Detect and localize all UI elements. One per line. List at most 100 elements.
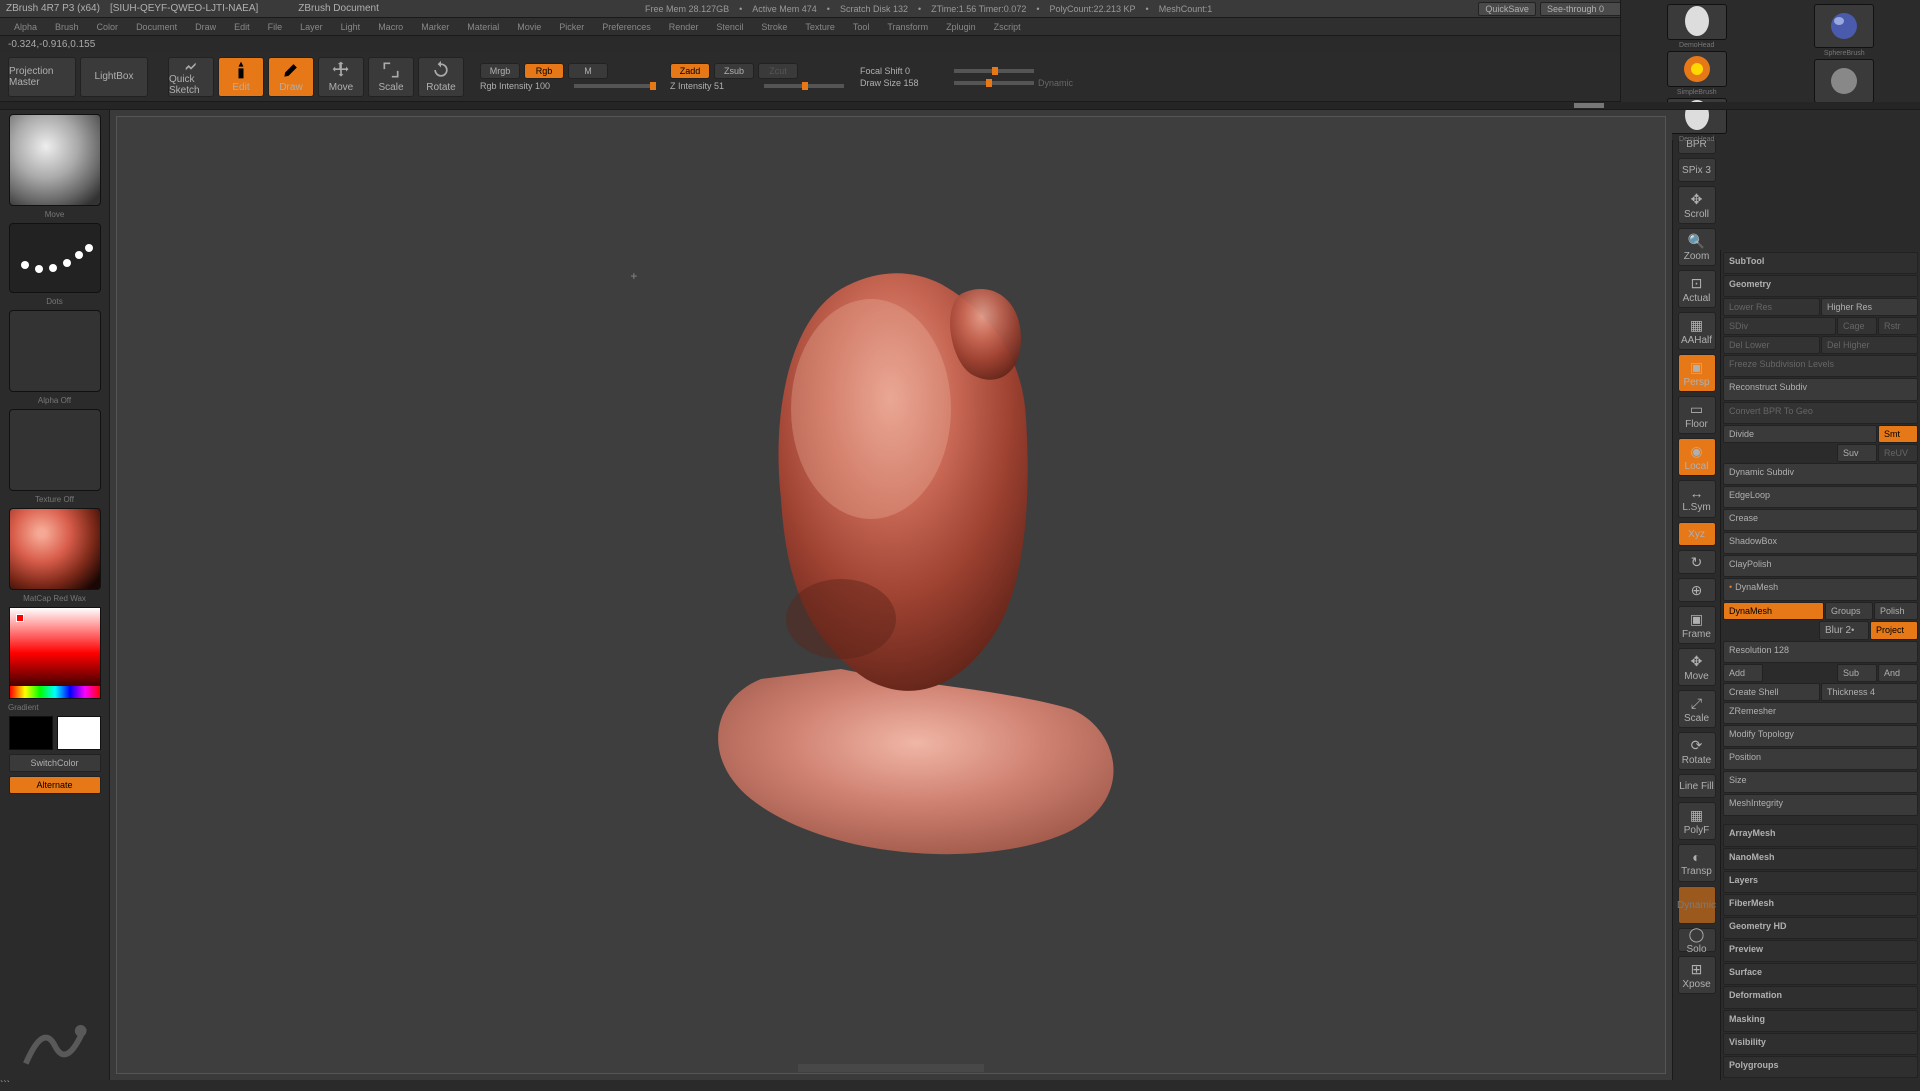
- and-toggle[interactable]: And: [1878, 664, 1918, 682]
- history-slider[interactable]: [0, 102, 1920, 110]
- tool-thumb-demohead[interactable]: [1667, 4, 1727, 40]
- edit-button[interactable]: Edit: [218, 57, 264, 97]
- rstr-button[interactable]: Rstr: [1878, 317, 1918, 335]
- color-picker[interactable]: [9, 607, 101, 699]
- menu-light[interactable]: Light: [333, 21, 369, 33]
- del-higher-button[interactable]: Del Higher: [1821, 336, 1918, 354]
- stroke-preview[interactable]: [9, 223, 101, 293]
- crease-header[interactable]: Crease: [1723, 509, 1918, 531]
- lsym-button[interactable]: ↔ L.Sym: [1678, 480, 1716, 518]
- xyz-button[interactable]: Xyz: [1678, 522, 1716, 546]
- project-toggle[interactable]: Project: [1870, 621, 1918, 640]
- add-button[interactable]: Add: [1723, 664, 1763, 682]
- menu-stroke[interactable]: Stroke: [753, 21, 795, 33]
- groups-toggle[interactable]: Groups: [1825, 602, 1873, 620]
- dynamic-subdiv-header[interactable]: Dynamic Subdiv: [1723, 463, 1918, 485]
- fibermesh-header[interactable]: FiberMesh: [1723, 894, 1918, 916]
- polygroups-header[interactable]: Polygroups: [1723, 1056, 1918, 1078]
- shadowbox-header[interactable]: ShadowBox: [1723, 532, 1918, 554]
- alpha-preview[interactable]: [9, 310, 101, 392]
- arraymesh-header[interactable]: ArrayMesh: [1723, 824, 1918, 846]
- floor-button[interactable]: ▭Floor: [1678, 396, 1716, 434]
- higher-res-button[interactable]: Higher Res: [1821, 298, 1918, 316]
- draw-size-slider[interactable]: Draw Size 158: [860, 78, 950, 88]
- menu-macro[interactable]: Macro: [370, 21, 411, 33]
- menu-alpha[interactable]: Alpha: [6, 21, 45, 33]
- visibility-header[interactable]: Visibility: [1723, 1033, 1918, 1055]
- scale-view-button[interactable]: ⤢Scale: [1678, 690, 1716, 728]
- move-button[interactable]: Move: [318, 57, 364, 97]
- reuv-button[interactable]: ReUV: [1878, 444, 1918, 462]
- masking-header[interactable]: Masking: [1723, 1010, 1918, 1032]
- draw-button[interactable]: Draw: [268, 57, 314, 97]
- rotate-button[interactable]: Rotate: [418, 57, 464, 97]
- tool-thumb-eraserbrush[interactable]: [1814, 59, 1874, 103]
- nanomesh-header[interactable]: NanoMesh: [1723, 848, 1918, 870]
- persp-button[interactable]: ▣Persp: [1678, 354, 1716, 392]
- resolution-slider[interactable]: Resolution 128: [1723, 641, 1918, 663]
- move-view-button[interactable]: ✥Move: [1678, 648, 1716, 686]
- menu-stencil[interactable]: Stencil: [708, 21, 751, 33]
- alternate-button[interactable]: Alternate: [9, 776, 101, 794]
- lower-res-button[interactable]: Lower Res: [1723, 298, 1820, 316]
- tool-thumb-simplebrush[interactable]: [1667, 51, 1727, 87]
- create-shell-button[interactable]: Create Shell: [1723, 683, 1820, 701]
- menu-texture[interactable]: Texture: [797, 21, 843, 33]
- local-button[interactable]: ◉Local: [1678, 438, 1716, 476]
- freeze-subdiv-button[interactable]: Freeze Subdivision Levels: [1723, 355, 1918, 377]
- menu-layer[interactable]: Layer: [292, 21, 331, 33]
- smt-toggle[interactable]: Smt: [1878, 425, 1918, 443]
- spix-button[interactable]: SPix 3: [1678, 158, 1716, 182]
- menu-render[interactable]: Render: [661, 21, 707, 33]
- rotate-view-button[interactable]: ⟳Rotate: [1678, 732, 1716, 770]
- swatch-secondary[interactable]: [9, 716, 53, 750]
- menu-picker[interactable]: Picker: [551, 21, 592, 33]
- zcut-toggle[interactable]: Zcut: [758, 63, 798, 79]
- texture-preview[interactable]: [9, 409, 101, 491]
- blur-slider[interactable]: Blur 2•: [1819, 621, 1869, 640]
- menu-zplugin[interactable]: Zplugin: [938, 21, 984, 33]
- menu-file[interactable]: File: [260, 21, 291, 33]
- xpose-button[interactable]: ⊞Xpose: [1678, 956, 1716, 994]
- menu-brush[interactable]: Brush: [47, 21, 87, 33]
- m-toggle[interactable]: M: [568, 63, 608, 79]
- claypolish-header[interactable]: ClayPolish: [1723, 555, 1918, 577]
- menu-document[interactable]: Document: [128, 21, 185, 33]
- reconstruct-subdiv-button[interactable]: Reconstruct Subdiv: [1723, 378, 1918, 400]
- polish-toggle[interactable]: Polish: [1874, 602, 1918, 620]
- brush-preview[interactable]: [9, 114, 101, 206]
- cam-icon-button[interactable]: ⊕: [1678, 578, 1716, 602]
- lightbox-button[interactable]: LightBox: [80, 57, 148, 97]
- tool-thumb-spherebrush[interactable]: [1814, 4, 1874, 48]
- geometry-header[interactable]: Geometry: [1723, 275, 1918, 297]
- dynamic-view-button[interactable]: Dynamic: [1678, 886, 1716, 924]
- switchcolor-button[interactable]: SwitchColor: [9, 754, 101, 772]
- swatch-primary[interactable]: [57, 716, 101, 750]
- frame-button[interactable]: ▣Frame: [1678, 606, 1716, 644]
- linefill-button[interactable]: Line Fill: [1678, 774, 1716, 798]
- document-canvas[interactable]: +: [116, 116, 1666, 1074]
- canvas-bottom-handle[interactable]: [798, 1064, 984, 1072]
- meshintegrity-header[interactable]: MeshIntegrity: [1723, 794, 1918, 816]
- quicksketch-button[interactable]: Quick Sketch: [168, 57, 214, 97]
- geometry-hd-header[interactable]: Geometry HD: [1723, 917, 1918, 939]
- rgb-intensity-slider[interactable]: Rgb Intensity 100: [480, 81, 570, 91]
- scale-button[interactable]: Scale: [368, 57, 414, 97]
- modify-topology-header[interactable]: Modify Topology: [1723, 725, 1918, 747]
- solo-button[interactable]: ◯Solo: [1678, 928, 1716, 952]
- thickness-slider[interactable]: Thickness 4: [1821, 683, 1918, 701]
- aahalf-button[interactable]: ▦AAHalf: [1678, 312, 1716, 350]
- suv-toggle[interactable]: Suv: [1837, 444, 1877, 462]
- quicksave-button[interactable]: QuickSave: [1478, 2, 1536, 16]
- menu-tool[interactable]: Tool: [845, 21, 878, 33]
- subtool-header[interactable]: SubTool: [1723, 252, 1918, 274]
- divide-button[interactable]: Divide: [1723, 425, 1877, 443]
- size-header[interactable]: Size: [1723, 771, 1918, 793]
- rot-icon-button[interactable]: ↻: [1678, 550, 1716, 574]
- sdiv-slider[interactable]: SDiv: [1723, 317, 1836, 335]
- layers-header[interactable]: Layers: [1723, 871, 1918, 893]
- material-preview[interactable]: [9, 508, 101, 590]
- dynamesh-button[interactable]: DynaMesh: [1723, 602, 1824, 620]
- menu-preferences[interactable]: Preferences: [594, 21, 659, 33]
- scroll-button[interactable]: ✥Scroll: [1678, 186, 1716, 224]
